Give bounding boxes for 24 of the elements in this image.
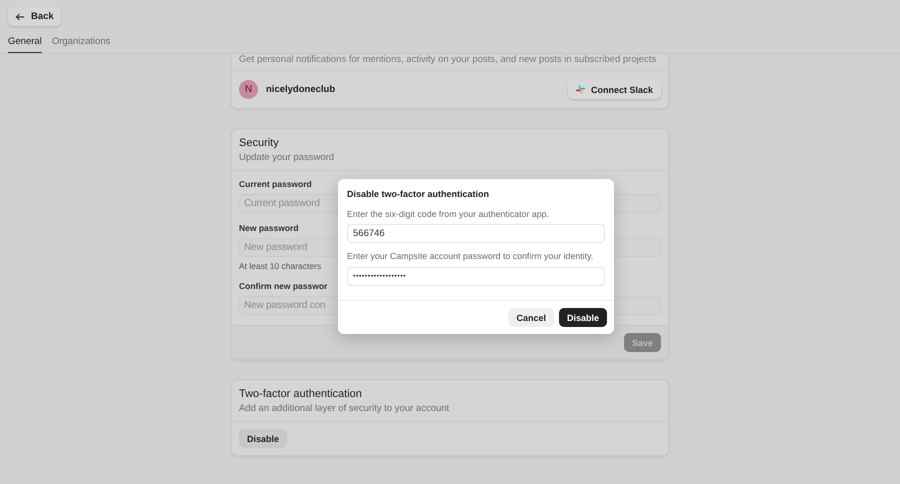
- card-title: Two-factor authentication: [239, 388, 363, 400]
- arrow-left-icon: [15, 12, 25, 20]
- dialog-title: Disable two-factor authentication: [347, 189, 490, 199]
- field-label: Enter the six-digit code from your authenticator app.: [347, 209, 550, 219]
- disable-button[interactable]: Disable: [239, 429, 288, 448]
- avatar: N: [239, 80, 258, 99]
- card-description: Get personal notifications for mentions, activity on your posts, and new posts in subscribed projects: [238, 54, 658, 67]
- field-label: Enter your Campsite account password to confirm your identity.: [347, 251, 594, 261]
- tab[interactable]: General: [8, 34, 42, 53]
- code-field[interactable]: 566746: [347, 224, 605, 243]
- card-subtitle: Add an additional layer of security to your account: [239, 403, 450, 414]
- confirm-button[interactable]: Disable: [558, 308, 607, 327]
- field-hint: At least 10 characters: [239, 261, 322, 271]
- card-subtitle: Update your password: [239, 152, 336, 163]
- connect-slack-button[interactable]: Connect Slack: [568, 80, 661, 99]
- back-button[interactable]: Back: [8, 7, 61, 26]
- account-name: nicelydoneclub: [266, 84, 336, 95]
- field-label: Confirm new passwor: [239, 281, 328, 291]
- field-label: New password: [239, 223, 299, 233]
- card-title: Security: [239, 137, 280, 149]
- hash-logo-icon: [576, 85, 585, 94]
- field-label: Current password: [239, 179, 312, 189]
- tab[interactable]: Organizations: [52, 34, 110, 53]
- cancel-button[interactable]: Cancel: [508, 308, 554, 327]
